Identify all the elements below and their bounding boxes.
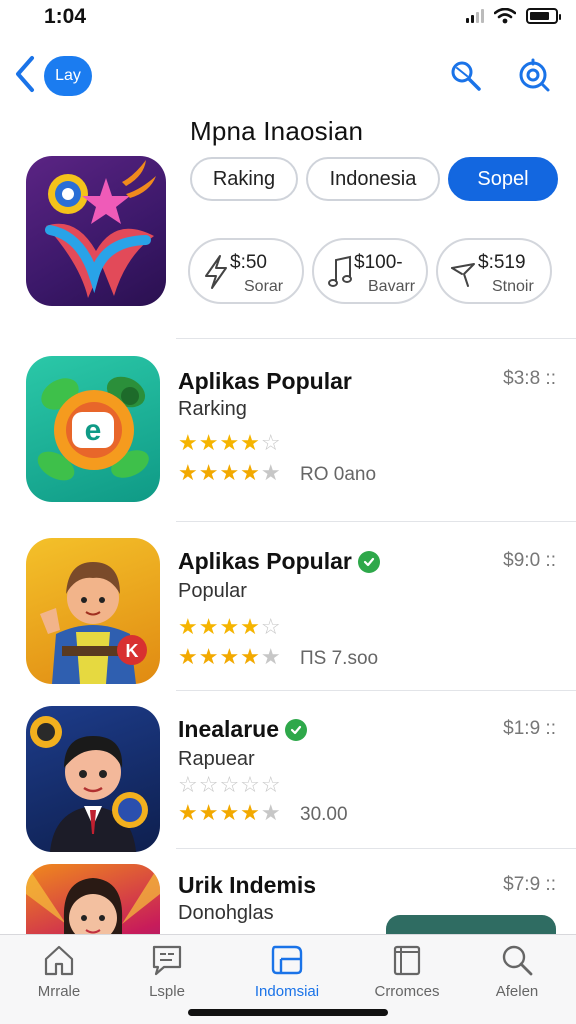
tab-home[interactable]: Mrrale bbox=[4, 943, 114, 1000]
app-icon bbox=[26, 706, 160, 852]
tab-library[interactable]: Crromces bbox=[352, 943, 462, 1000]
app-price[interactable]: $9:0 :: bbox=[503, 550, 556, 572]
star-rating-detail: ★★★★★ bbox=[178, 644, 282, 669]
wifi-icon bbox=[494, 8, 516, 24]
apps-icon bbox=[271, 945, 303, 975]
app-icon: K bbox=[26, 538, 160, 684]
chip-sopel[interactable]: Sopel bbox=[448, 157, 558, 201]
app-price[interactable]: $3:8 :: bbox=[503, 368, 556, 390]
tab-chat[interactable]: Lsple bbox=[112, 943, 222, 1000]
app-category: Donohglas bbox=[178, 902, 274, 924]
price-button-sorar[interactable]: $:50 Sorar bbox=[188, 238, 304, 304]
status-bar: 1:04 bbox=[0, 0, 576, 40]
list-item[interactable]: K Aplikas Popular Popular ★★★★☆ ★★★★★ ПS… bbox=[0, 538, 576, 708]
rating-count: RO 0ano bbox=[300, 464, 377, 485]
tab-search[interactable]: Afelen bbox=[462, 943, 572, 1000]
arrow-icon bbox=[451, 263, 475, 287]
price-button-stnoir[interactable]: $:519 Stnoir bbox=[436, 238, 552, 304]
tab-label: Afelen bbox=[495, 983, 539, 1000]
rating-count: 30.00 bbox=[300, 804, 348, 825]
filter-chips: Raking Indonesia Sopel bbox=[190, 157, 558, 201]
price-buttons: $:50 Sorar $100- Bavarr $:519 Stnoir bbox=[188, 238, 552, 304]
app-category: Rapuear bbox=[178, 748, 255, 770]
price-value: $:50 bbox=[230, 252, 267, 273]
verified-icon bbox=[357, 550, 380, 573]
page-title: Mpna Inaosian bbox=[190, 116, 364, 146]
app-category: Rarking bbox=[178, 398, 247, 420]
app-name: Inealarue bbox=[178, 716, 307, 743]
app-name: Aplikas Popular bbox=[178, 548, 380, 575]
home-indicator bbox=[188, 1009, 388, 1016]
music-note-icon bbox=[328, 255, 352, 287]
price-button-bavarr[interactable]: $100- Bavarr bbox=[312, 238, 428, 304]
app-artwork bbox=[30, 716, 148, 852]
price-value: $:519 bbox=[478, 252, 526, 273]
list-item[interactable]: Inealarue Rapuear ☆☆☆☆☆ ★★★★★ 30.00 $1:9… bbox=[0, 706, 576, 876]
battery-icon bbox=[526, 8, 561, 24]
divider bbox=[176, 848, 576, 849]
status-icons bbox=[466, 8, 561, 24]
star-rating-detail: ★★★★★ bbox=[178, 460, 282, 485]
back-button[interactable]: Lay bbox=[44, 56, 92, 96]
verified-icon bbox=[285, 718, 307, 741]
featured-app-artwork bbox=[45, 160, 156, 298]
book-icon bbox=[393, 945, 421, 976]
app-category: Popular bbox=[178, 580, 247, 602]
divider bbox=[176, 690, 576, 691]
app-price[interactable]: $7:9 :: bbox=[503, 874, 556, 896]
featured-app-icon[interactable] bbox=[26, 156, 166, 306]
list-item[interactable]: e Aplikas Popular Rarking ★★★★☆ ★★★★★ RO… bbox=[0, 356, 576, 526]
app-artwork: e bbox=[37, 376, 149, 481]
tab-label: Crromces bbox=[374, 983, 440, 1000]
settings-icon[interactable] bbox=[516, 58, 552, 94]
signal-icon bbox=[466, 9, 484, 23]
chevron-left-icon[interactable] bbox=[10, 52, 40, 96]
search-icon[interactable] bbox=[448, 58, 484, 94]
app-name-text: Inealarue bbox=[178, 716, 279, 742]
app-name: Urik Indemis bbox=[178, 872, 316, 899]
chat-icon bbox=[152, 945, 182, 976]
lightning-icon bbox=[205, 255, 227, 289]
price-label: Bavarr bbox=[368, 278, 416, 295]
star-rating: ☆☆☆☆☆ bbox=[178, 772, 282, 797]
app-name-text: Aplikas Popular bbox=[178, 548, 352, 574]
app-name-text: Aplikas Popular bbox=[178, 368, 352, 394]
star-rating: ★★★★☆ bbox=[178, 614, 282, 639]
tab-label: Mrrale bbox=[37, 983, 81, 1000]
svg-text:K: K bbox=[126, 641, 139, 661]
app-icon: e bbox=[26, 356, 160, 502]
app-price[interactable]: $1:9 :: bbox=[503, 718, 556, 740]
app-artwork: K bbox=[40, 562, 147, 684]
price-label: Sorar bbox=[244, 278, 284, 295]
divider bbox=[176, 338, 576, 339]
svg-text:e: e bbox=[85, 414, 102, 447]
rating-count: ПS 7.soo bbox=[300, 648, 379, 669]
tab-label: Indomsiai bbox=[254, 983, 320, 1000]
price-value: $100- bbox=[354, 252, 403, 273]
nav-bar: Lay bbox=[0, 48, 576, 104]
app-name: Aplikas Popular bbox=[178, 368, 352, 395]
tab-apps[interactable]: Indomsiai bbox=[232, 943, 342, 1000]
app-name-text: Urik Indemis bbox=[178, 872, 317, 898]
chip-indonesia[interactable]: Indonesia bbox=[306, 157, 440, 201]
tab-label: Lsple bbox=[149, 983, 185, 1000]
status-time: 1:04 bbox=[44, 5, 87, 28]
search-icon bbox=[502, 945, 533, 976]
star-rating-detail: ★★★★★ bbox=[178, 800, 282, 825]
divider bbox=[176, 521, 576, 522]
home-icon bbox=[44, 945, 74, 976]
star-rating: ★★★★☆ bbox=[178, 430, 282, 455]
chip-raking[interactable]: Raking bbox=[190, 157, 298, 201]
price-label: Stnoir bbox=[492, 278, 534, 295]
